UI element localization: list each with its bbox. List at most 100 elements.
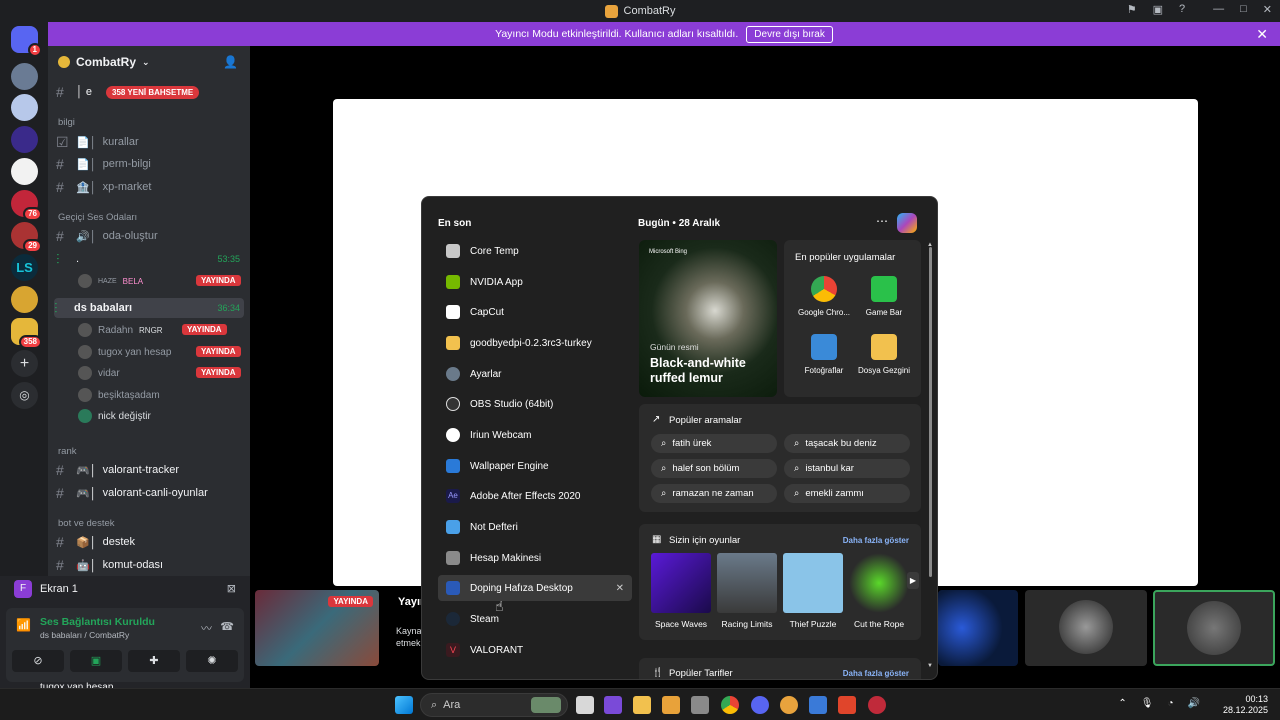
search-pill[interactable]: ⌕ istanbul kar	[784, 459, 910, 478]
windows-start-icon[interactable]	[395, 696, 413, 714]
voice-channel-1[interactable]: ⫶. 53:35	[56, 249, 244, 269]
microphone-icon[interactable]: 🎙	[1141, 698, 1154, 709]
channel-xp-market[interactable]: # 🏦│ xp-market	[56, 177, 244, 197]
activities-button[interactable]: ✚	[128, 650, 180, 672]
app-settings[interactable]: Ayarlar	[438, 361, 632, 387]
add-server-icon[interactable]: +	[11, 350, 38, 377]
app-capcut[interactable]: CapCut	[438, 299, 632, 325]
next-arrow-icon[interactable]: ▶	[906, 572, 919, 589]
recipes-more-link[interactable]: Daha fazla göster	[843, 669, 909, 678]
server-icon[interactable]	[11, 158, 38, 185]
clock[interactable]: 00:13 28.12.2025	[1223, 694, 1268, 716]
stream-icon[interactable]: ▣	[1153, 3, 1163, 16]
scrollbar[interactable]	[929, 247, 932, 577]
scroll-down-icon[interactable]: ▼	[927, 663, 933, 669]
stream-thumbnail[interactable]	[1025, 590, 1147, 666]
voice-user[interactable]: vidar	[78, 364, 120, 382]
server-icon[interactable]	[11, 94, 38, 121]
app-doping[interactable]: Doping Hafıza Desktop ✕	[438, 575, 632, 601]
server-icon[interactable]	[11, 126, 38, 153]
popular-app-chrome[interactable]: Google Chro...	[794, 276, 854, 317]
server-icon-active[interactable]: 358	[11, 318, 42, 349]
voice-channel-ds-babalari[interactable]: ⫶ ds babaları 36:34	[54, 298, 244, 318]
disable-button[interactable]: Devre dışı bırak	[746, 25, 833, 43]
app-icon[interactable]	[809, 696, 827, 714]
inbox-icon[interactable]: ⚑	[1127, 3, 1137, 16]
voice-user[interactable]: beşiktaşadam	[78, 386, 160, 404]
brave-icon[interactable]	[838, 696, 856, 714]
soundboard-button[interactable]: ✺	[186, 650, 238, 672]
close-window-button[interactable]: ✕	[1263, 3, 1272, 16]
game-racing-limits[interactable]: Racing Limits	[717, 553, 777, 629]
copilot-icon[interactable]	[897, 213, 917, 233]
volume-icon[interactable]: 🔊	[1188, 698, 1200, 709]
screen-share-row[interactable]: F Ekran 1	[14, 580, 78, 598]
stream-thumbnail[interactable]: YAYINDA	[255, 590, 379, 666]
category-voice[interactable]: Geçiçi Ses Odaları	[58, 212, 137, 223]
camera-off-button[interactable]: ⊘	[12, 650, 64, 672]
close-banner-icon[interactable]: ✕	[1256, 26, 1268, 43]
app-nvidia[interactable]: NVIDIA App	[438, 269, 632, 295]
stream-thumbnail[interactable]	[938, 590, 1018, 666]
popular-app-explorer[interactable]: Dosya Gezgini	[854, 334, 914, 375]
voice-user[interactable]: tugox yan hesap	[78, 343, 171, 361]
search-pill[interactable]: ⌕ halef son bölüm	[651, 459, 777, 478]
disconnect-icon[interactable]: ☎	[220, 620, 234, 633]
stream-thumbnail-selected[interactable]	[1153, 590, 1275, 666]
more-options-icon[interactable]: ⋯	[876, 214, 888, 228]
new-mentions-badge[interactable]: 358 YENİ BAHSETME	[106, 86, 200, 99]
channel-oda-olustur[interactable]: # 🔊│ oda-oluştur	[56, 226, 244, 246]
app-calculator[interactable]: Hesap Makinesi	[438, 545, 632, 571]
popular-app-game-bar[interactable]: Game Bar	[854, 276, 914, 317]
taskbar-search[interactable]: ⌕ Ara	[420, 693, 568, 717]
photo-of-day-card[interactable]: Microsoft Bing Günün resmi Black-and-whi…	[639, 240, 777, 397]
voice-status[interactable]: Ses Bağlantısı Kuruldu	[40, 616, 155, 628]
app-core-temp[interactable]: Core Temp	[438, 238, 632, 264]
calculator-icon[interactable]	[691, 696, 709, 714]
remove-icon[interactable]: ✕	[616, 583, 624, 594]
game-space-waves[interactable]: Space Waves	[651, 553, 711, 629]
category-rank[interactable]: rank	[58, 446, 76, 457]
games-more-link[interactable]: Daha fazla göster	[843, 536, 909, 545]
app-after-effects[interactable]: Ae Adobe After Effects 2020	[438, 483, 632, 509]
channel-destek[interactable]: # 📦│ destek	[56, 532, 244, 552]
screen-share-button[interactable]: ▣	[70, 650, 122, 672]
file-explorer-icon[interactable]	[633, 696, 651, 714]
category-bot[interactable]: bot ve destek	[58, 518, 115, 529]
discord-home-icon[interactable]: 1	[11, 26, 42, 57]
app-iriun[interactable]: Iriun Webcam	[438, 422, 632, 448]
chevron-up-icon[interactable]: ⌃	[1118, 698, 1126, 709]
app-wallpaper-engine[interactable]: Wallpaper Engine	[438, 453, 632, 479]
wifi-icon[interactable]: ◔	[1168, 698, 1174, 709]
app-obs[interactable]: OBS Studio (64bit)	[438, 391, 632, 417]
app-icon[interactable]	[868, 696, 886, 714]
server-icon[interactable]: LS	[11, 254, 38, 281]
add-member-icon[interactable]: 👤	[223, 55, 238, 69]
voice-user[interactable]: HAZE BELA	[78, 272, 143, 290]
help-icon[interactable]: ?	[1179, 3, 1185, 16]
voice-location[interactable]: ds babaları / CombatRy	[40, 630, 129, 640]
guild-header[interactable]: CombatRy ⌄ 👤	[48, 46, 250, 78]
app-icon[interactable]	[780, 696, 798, 714]
server-icon[interactable]: 29	[11, 222, 42, 253]
popular-app-photos[interactable]: Fotoğraflar	[794, 334, 854, 375]
search-pill[interactable]: ⌕ taşacak bu deniz	[784, 434, 910, 453]
app-valorant[interactable]: V VALORANT	[438, 637, 632, 663]
game-cut-the-rope[interactable]: Cut the Rope	[849, 553, 909, 629]
widgets-icon[interactable]	[604, 696, 622, 714]
scroll-up-icon[interactable]: ▲	[927, 242, 933, 248]
voice-user[interactable]: Radahn RNGR	[78, 321, 163, 339]
channel-komut[interactable]: # 🤖│ komut-odası	[56, 555, 244, 575]
channel-valorant-canli[interactable]: # 🎮│ valorant-canli-oyunlar	[56, 483, 244, 503]
maximize-button[interactable]: □	[1240, 3, 1247, 16]
chrome-icon[interactable]	[721, 696, 739, 714]
category-bilgi[interactable]: bilgi	[58, 117, 75, 128]
noise-icon[interactable]: 〰	[201, 620, 212, 636]
store-icon[interactable]	[662, 696, 680, 714]
app-notepad[interactable]: Not Defteri	[438, 514, 632, 540]
app-goodbyedpi[interactable]: goodbyedpi-0.2.3rc3-turkey	[438, 330, 632, 356]
channel-kurallar[interactable]: ☑ 📄│ kurallar	[56, 132, 244, 152]
channel-valorant-tracker[interactable]: # 🎮│ valorant-tracker	[56, 460, 244, 480]
game-thief-puzzle[interactable]: Thief Puzzle	[783, 553, 843, 629]
server-icon[interactable]	[11, 63, 38, 90]
